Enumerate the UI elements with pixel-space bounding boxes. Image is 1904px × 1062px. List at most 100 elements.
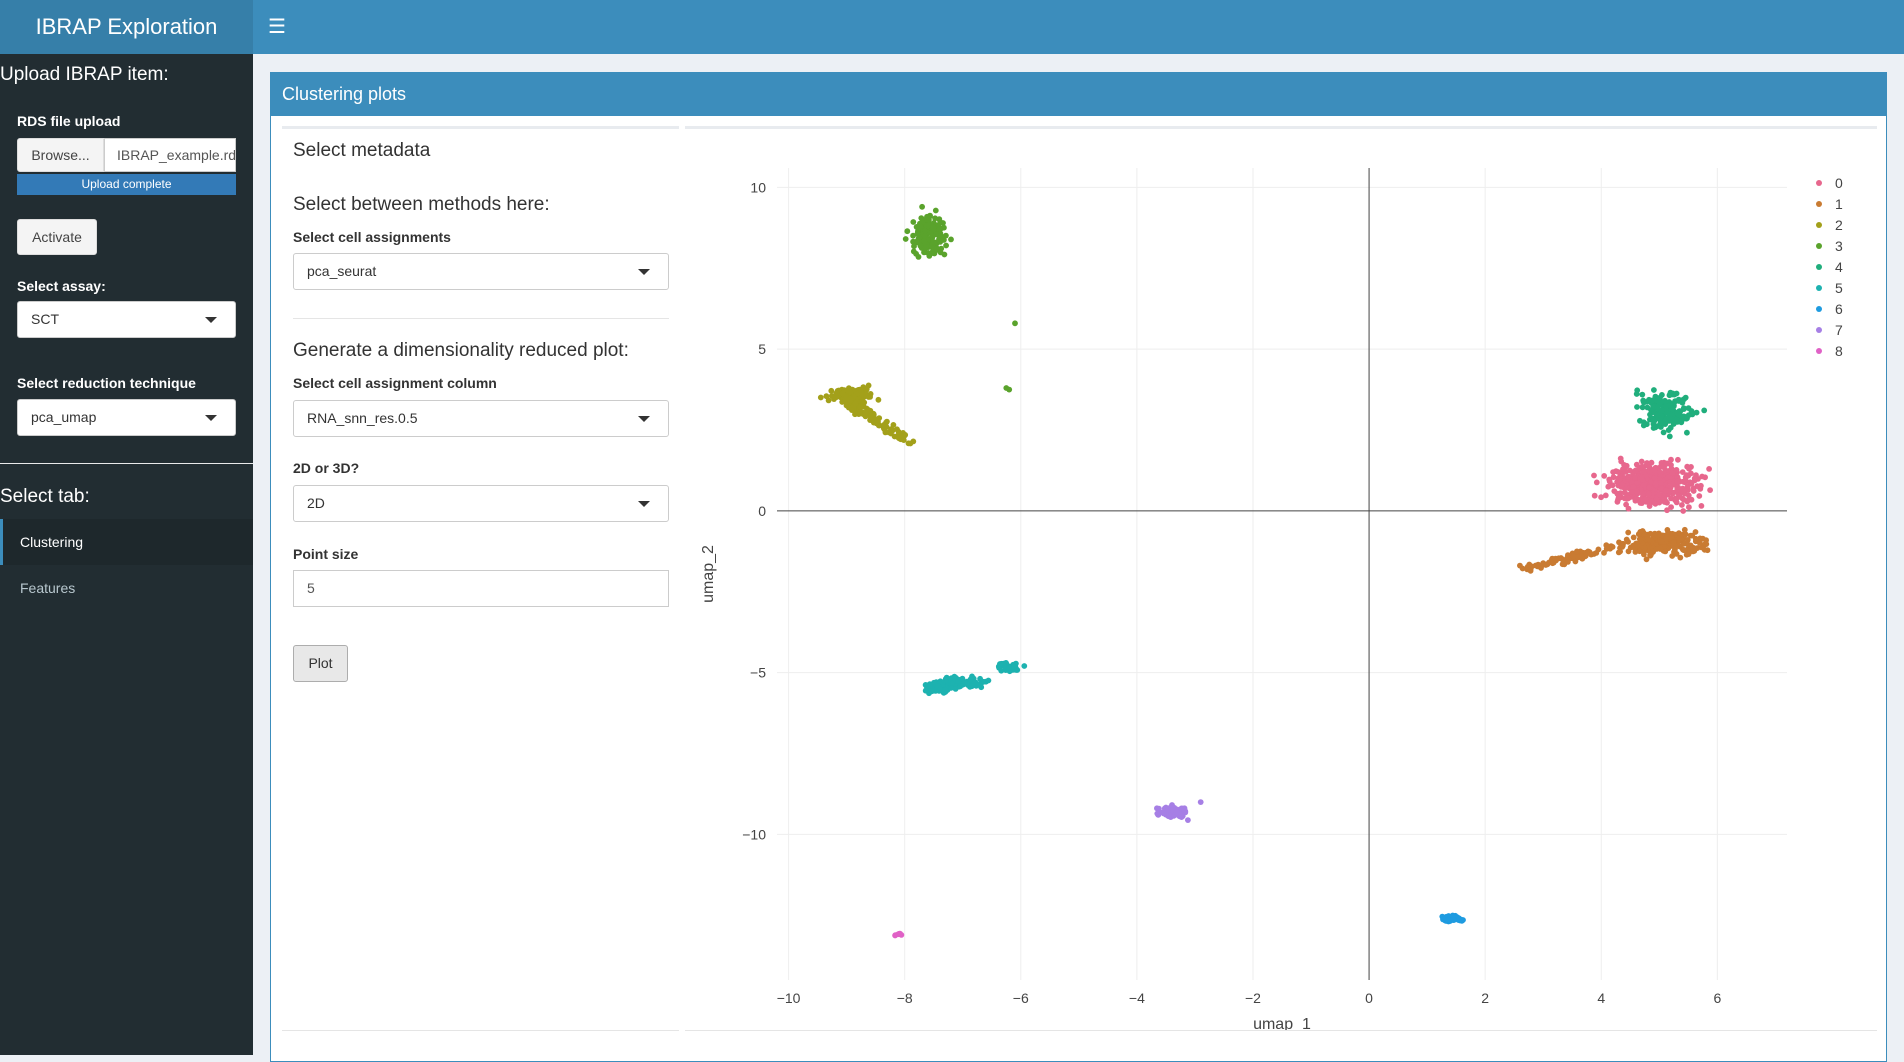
reduction-select[interactable]: pca_umap (17, 399, 236, 436)
scatter-point (1656, 491, 1663, 498)
browse-button[interactable]: Browse... (17, 138, 104, 172)
plot-button[interactable]: Plot (293, 645, 348, 682)
scatter-point (925, 222, 932, 228)
cell-assignments-select[interactable]: pca_seurat (293, 253, 669, 290)
umap-scatter-plot[interactable]: −10 −8 −6 −4 −2 0 2 4 6 1050−5−10 umap_1 umap_2 … (690, 150, 1890, 1030)
scatter-point (1622, 469, 1629, 475)
legend-label: 1 (1835, 196, 1843, 212)
scatter-point (1630, 484, 1637, 490)
x-tick-label: −8 (897, 990, 913, 1006)
x-tick-label: −10 (777, 990, 801, 1006)
sidebar-item-clustering[interactable]: Clustering (0, 519, 253, 565)
scatter-point (1615, 469, 1622, 475)
file-name-field[interactable]: IBRAP_example.rds (104, 138, 236, 172)
scatter-point (926, 253, 933, 259)
scatter-point (833, 390, 840, 397)
assay-select[interactable]: SCT (17, 301, 236, 338)
assay-label: Select assay: (17, 278, 106, 294)
dimred-heading: Generate a dimensionality reduced plot: (293, 340, 629, 361)
scatter-point (1651, 475, 1658, 481)
scatter-point (1197, 799, 1204, 805)
scatter-point (1669, 470, 1676, 477)
scatter-point (817, 394, 824, 401)
scatter-point (1670, 539, 1677, 546)
scatter-point (868, 412, 875, 419)
scatter-point (1623, 501, 1629, 508)
legend-label: 5 (1835, 280, 1843, 296)
scatter-point (1692, 529, 1699, 535)
cell-column-select[interactable]: RNA_snn_res.0.5 (293, 400, 669, 437)
scatter-point (1449, 912, 1456, 919)
scatter-point (937, 219, 944, 226)
x-tick-label: 6 (1713, 990, 1721, 1006)
scatter-point (1630, 534, 1637, 541)
scatter-point (1699, 473, 1705, 480)
sidebar-panel-border (282, 126, 679, 129)
scatter-point (943, 242, 949, 249)
scatter-point (1591, 492, 1598, 499)
scatter-point (1684, 537, 1691, 543)
scatter-point (1662, 548, 1669, 555)
legend-label: 7 (1835, 322, 1843, 338)
scatter-point (875, 396, 882, 403)
plot-axes (777, 168, 1787, 980)
activate-button[interactable]: Activate (17, 219, 97, 255)
scatter-point (976, 682, 983, 688)
dimension-select[interactable]: 2D (293, 485, 669, 522)
scatter-point (1611, 488, 1618, 494)
scatter-point (1633, 391, 1640, 397)
scatter-point (1706, 466, 1712, 472)
y-axis-label: umap_2 (700, 545, 717, 603)
scatter-point (894, 426, 900, 433)
panel-bottom-border (282, 1030, 679, 1031)
scatter-point (957, 683, 964, 690)
scatter-point (1666, 433, 1673, 440)
scatter-point (1658, 538, 1665, 545)
scatter-point (1676, 536, 1683, 543)
scatter-point (1686, 465, 1692, 472)
app-brand[interactable]: IBRAP Exploration (0, 0, 253, 54)
legend-marker (1816, 327, 1822, 333)
legend-marker (1816, 285, 1822, 291)
sidebar: Upload IBRAP item: RDS file upload Brows… (0, 54, 253, 1055)
x-tick-label: −6 (1013, 990, 1029, 1006)
scatter-point (883, 424, 890, 430)
scatter-point (924, 214, 931, 220)
scatter-point (839, 390, 846, 397)
scatter-point (1609, 544, 1616, 550)
scatter-point (1598, 494, 1604, 501)
scatter-point (1651, 418, 1658, 424)
metadata-heading: Select metadata (293, 140, 431, 161)
scatter-point (1622, 489, 1628, 496)
scatter-point (1690, 488, 1697, 494)
legend-marker (1816, 306, 1822, 312)
scatter-point (1182, 809, 1189, 816)
scatter-point (1617, 455, 1624, 462)
scatter-point (1668, 462, 1674, 468)
scatter-point (1011, 663, 1017, 670)
scatter-point (929, 688, 935, 695)
scatter-point (1646, 484, 1652, 491)
point-size-input[interactable]: 5 (293, 570, 669, 607)
reduction-label: Select reduction technique (17, 375, 196, 391)
scatter-point (1021, 663, 1028, 669)
hamburger-icon[interactable]: ☰ (268, 15, 286, 39)
scatter-point (1707, 487, 1713, 493)
scatter-point (852, 411, 858, 418)
scatter-point (852, 400, 859, 407)
scatter-point (1653, 412, 1660, 418)
scatter-point (915, 254, 922, 260)
cell-assignments-label: Select cell assignments (293, 229, 451, 245)
scatter-point (1542, 562, 1549, 568)
scatter-point (1614, 479, 1620, 485)
scatter-point (1687, 479, 1693, 486)
scatter-point (1642, 496, 1649, 503)
scatter-point (1601, 549, 1607, 556)
scatter-point (1668, 483, 1674, 490)
scatter-point (860, 384, 867, 391)
scatter-point (1651, 530, 1658, 537)
scatter-point (1578, 553, 1585, 560)
scatter-point (923, 244, 929, 251)
sidebar-item-features[interactable]: Features (0, 565, 253, 611)
scatter-point (1654, 423, 1661, 429)
